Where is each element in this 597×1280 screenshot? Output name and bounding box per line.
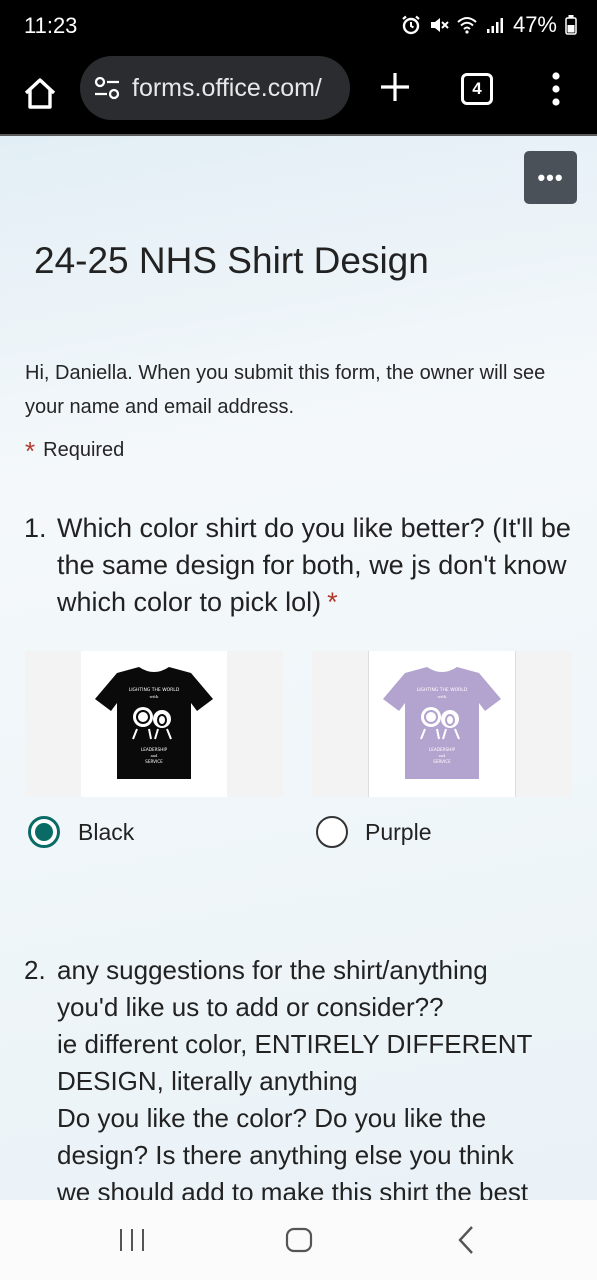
battery-icon (565, 15, 577, 35)
shirt-text-top: LIGHTING THE WORLD (129, 687, 180, 693)
question-2-line: design? Is there anything else you think (57, 1140, 514, 1170)
battery-percent: 47% (512, 12, 557, 37)
form-menu-button[interactable]: ••• (524, 151, 577, 204)
question-2-line: we should add to make this shirt the bes… (57, 1177, 529, 1200)
choice-image-black[interactable]: LIGHTING THE WORLD with LEADERSHIP and S… (25, 651, 283, 797)
shirt-text-top: LIGHTING THE WORLD (417, 687, 468, 693)
question-text: Which color shirt do you like better? (I… (57, 510, 572, 621)
back-icon[interactable] (456, 1225, 476, 1255)
image-frame: LIGHTING THE WORLD with LEADERSHIP and S… (81, 651, 227, 797)
question-number: 2. (24, 955, 46, 985)
form-title: 24-25 NHS Shirt Design (34, 240, 429, 281)
shirt-text-sub: with (150, 694, 159, 699)
question-1-title: 1. Which color shirt do you like better?… (24, 510, 572, 621)
shirt-text-bottom1: LEADERSHIP (141, 747, 168, 752)
option-label-black[interactable]: Black (78, 819, 134, 846)
new-tab-icon[interactable] (378, 70, 412, 104)
required-legend: * Required (25, 436, 124, 467)
more-options-icon[interactable] (548, 70, 564, 108)
submission-notice: Hi, Daniella. When you submit this form,… (25, 362, 546, 418)
mute-icon (430, 18, 449, 32)
shirt-text-bottom1: LEADERSHIP (429, 747, 456, 752)
shirt-text-bottom3: SERVICE (145, 759, 163, 764)
site-settings-icon[interactable] (92, 73, 122, 103)
black-shirt-image: LIGHTING THE WORLD with LEADERSHIP and S… (95, 667, 213, 779)
nav-home-icon[interactable] (285, 1227, 313, 1253)
question-text: any suggestions for the shirt/anything y… (57, 952, 572, 1200)
url-text[interactable]: forms.office.com/ (132, 74, 322, 103)
status-bar: 11:23 47% (0, 0, 597, 52)
question-2-line: ie different color, ENTIRELY DIFFERENT (57, 1029, 533, 1059)
alarm-icon (402, 15, 420, 35)
form-page: ••• 24-25 NHS Shirt Design Hi, Daniella.… (0, 136, 597, 1200)
question-2-line: DESIGN, literally anything (57, 1066, 358, 1096)
question-number: 1. (24, 513, 47, 543)
question-2-line: any suggestions for the shirt/anything (57, 955, 488, 985)
question-2-title: 2. any suggestions for the shirt/anythin… (24, 952, 572, 1200)
shirt-text-bottom2: and (151, 754, 158, 758)
choice-image-purple[interactable]: LIGHTING THE WORLD with LEADERSHIP and S… (312, 651, 572, 797)
system-nav-bar (0, 1200, 597, 1280)
wifi-icon (457, 17, 477, 34)
status-icons: 47% (401, 12, 577, 38)
shirt-text-sub: with (438, 694, 447, 699)
browser-toolbar: forms.office.com/ 4 (0, 52, 597, 134)
question-1-text: Which color shirt do you like better? (I… (57, 513, 571, 617)
image-frame: LIGHTING THE WORLD with LEADERSHIP and S… (368, 651, 516, 797)
home-icon[interactable] (20, 74, 60, 114)
address-bar[interactable]: forms.office.com/ (80, 56, 350, 120)
tab-switcher-button[interactable]: 4 (461, 73, 493, 105)
required-star: * (25, 436, 36, 466)
signal-icon (486, 18, 503, 33)
purple-shirt-image: LIGHTING THE WORLD with LEADERSHIP and S… (383, 667, 501, 779)
required-label: Required (43, 439, 125, 461)
question-2-line: you'd like us to add or consider?? (57, 992, 444, 1022)
recent-apps-icon[interactable] (118, 1228, 146, 1252)
shirt-text-bottom2: and (439, 754, 446, 758)
option-label-purple[interactable]: Purple (365, 819, 431, 846)
question-2-line: Do you like the color? Do you like the (57, 1103, 487, 1133)
shirt-text-bottom3: SERVICE (433, 759, 451, 764)
radio-purple[interactable] (316, 816, 348, 848)
required-star: * (327, 587, 338, 617)
radio-black[interactable] (28, 816, 60, 848)
status-time: 11:23 (24, 13, 78, 38)
